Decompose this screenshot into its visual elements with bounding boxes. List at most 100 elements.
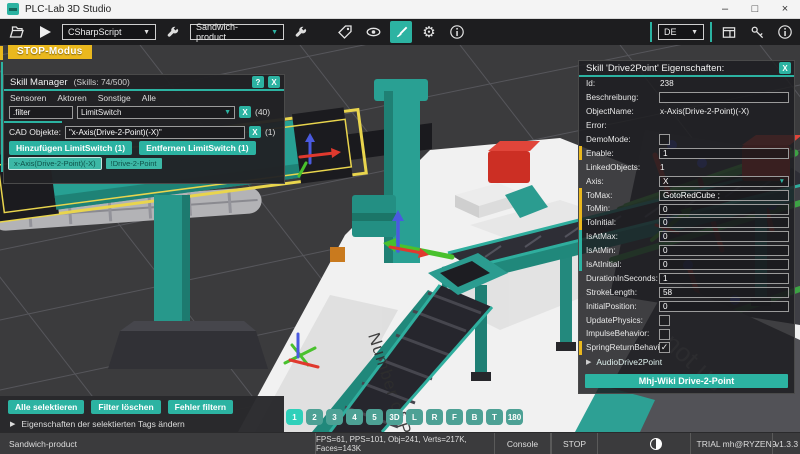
yellow-marker <box>579 202 582 216</box>
isatmin-input[interactable] <box>659 245 789 256</box>
tab-alle[interactable]: Alle <box>142 93 156 103</box>
play-button[interactable] <box>34 21 56 43</box>
isatmax-input[interactable] <box>659 231 789 242</box>
skill-type-dropdown[interactable]: LimitSwitch ▼ <box>77 106 235 119</box>
axis-dropdown[interactable]: X ▼ <box>659 176 789 187</box>
theme-toggle-icon[interactable] <box>650 438 662 450</box>
properties-header: Skill 'Drive2Point' Eigenschaften: X <box>579 61 794 77</box>
cad-clear-button[interactable]: X <box>249 126 261 138</box>
stop-mode-badge: STOP-Modus <box>8 45 92 59</box>
camera-view-top[interactable]: T <box>486 409 503 425</box>
gear-icon[interactable]: ⚙ <box>418 21 440 43</box>
remove-limitswitch-button[interactable]: Entfernen LimitSwitch (1) <box>139 141 255 155</box>
yellow-marker <box>579 188 582 202</box>
enable-input[interactable] <box>659 148 789 159</box>
camera-view-right[interactable]: R <box>426 409 443 425</box>
close-button[interactable]: × <box>770 0 800 18</box>
skills-count: (Skills: 74/500) <box>74 77 130 87</box>
tab-sensoren[interactable]: Sensoren <box>10 93 46 103</box>
product-dropdown[interactable]: Sandwich-product ▼ <box>190 24 284 40</box>
filter-errors-button[interactable]: Fehler filtern <box>168 400 233 414</box>
camera-view-5[interactable]: 5 <box>366 409 383 425</box>
tomax-input[interactable] <box>659 190 789 201</box>
status-bar: Sandwich-product FPS=61, PPS=101, Obj=24… <box>0 432 800 454</box>
toinitial-input[interactable] <box>659 217 789 228</box>
tomin-input[interactable] <box>659 204 789 215</box>
license-info: TRIAL mh@RYZEN9 <box>690 433 782 454</box>
skill-chip[interactable]: !Drive-2-Point <box>106 158 162 169</box>
yellow-edge-accent <box>0 46 3 60</box>
demomode-checkbox[interactable] <box>659 134 670 145</box>
render-stats: FPS=61, PPS=101, Obj=241, Verts=217K, Fa… <box>315 433 495 454</box>
duration-input[interactable] <box>659 273 789 284</box>
eye-icon[interactable] <box>362 21 384 43</box>
script-dropdown[interactable]: CSharpScript ▼ <box>62 24 156 40</box>
maximize-button[interactable]: □ <box>740 0 770 18</box>
help-button[interactable]: ? <box>252 76 264 88</box>
chevron-down-icon: ▼ <box>271 29 278 36</box>
camera-view-180[interactable]: 180 <box>506 409 523 425</box>
info-icon[interactable] <box>446 21 468 43</box>
cad-objects-input[interactable] <box>65 126 245 139</box>
field-row-updatephysics: UpdatePhysics: <box>579 313 794 327</box>
open-folder-button[interactable] <box>6 21 28 43</box>
language-dropdown[interactable]: DE ▼ <box>658 24 704 40</box>
camera-view-4[interactable]: 4 <box>346 409 363 425</box>
key-icon[interactable] <box>746 21 768 43</box>
main-toolbar: CSharpScript ▼ Sandwich-product ▼ ⚙ <box>0 19 800 45</box>
updatephysics-checkbox[interactable] <box>659 315 670 326</box>
close-panel-button[interactable]: X <box>779 62 791 74</box>
camera-view-back[interactable]: B <box>466 409 483 425</box>
paint-brush-button[interactable] <box>390 21 412 43</box>
add-limitswitch-button[interactable]: Hinzufügen LimitSwitch (1) <box>9 141 132 155</box>
camera-view-3[interactable]: 3 <box>326 409 343 425</box>
cad-count: (1) <box>265 127 275 137</box>
yellow-marker <box>579 341 582 355</box>
strokelength-input[interactable] <box>659 287 789 298</box>
close-panel-button[interactable]: X <box>268 76 280 88</box>
teal-underline <box>4 121 62 123</box>
script-settings-wrench-icon[interactable] <box>162 21 184 43</box>
select-all-button[interactable]: Alle selektieren <box>8 400 84 414</box>
skill-manager-header: Skill Manager (Skills: 74/500) ? X <box>4 75 284 91</box>
camera-view-1[interactable]: 1 <box>286 409 303 425</box>
mhj-wiki-button[interactable]: Mhj-Wiki Drive-2-Point <box>585 374 788 388</box>
teal-marker <box>579 258 582 272</box>
filter-input[interactable] <box>9 106 73 119</box>
field-row-isatmax: IsAtMax: <box>579 230 794 244</box>
camera-view-left[interactable]: L <box>406 409 423 425</box>
tag-icon[interactable] <box>334 21 356 43</box>
camera-view-2[interactable]: 2 <box>306 409 323 425</box>
field-row-tomax: ToMax: <box>579 188 794 202</box>
tab-aktoren[interactable]: Aktoren <box>57 93 86 103</box>
expander-arrow-icon: ▶ <box>586 358 591 366</box>
minimize-button[interactable]: – <box>710 0 740 18</box>
camera-view-3d[interactable]: 3D <box>386 409 403 425</box>
clear-filter-button[interactable]: X <box>239 106 251 118</box>
teal-edge-accent <box>1 62 3 172</box>
version-label: v1.3.3 <box>772 433 800 454</box>
audio-drive2point-expander[interactable]: ▶ AudioDrive2Point <box>579 355 794 369</box>
console-button[interactable]: Console <box>494 433 551 454</box>
camera-view-front[interactable]: F <box>446 409 463 425</box>
beschreibung-input[interactable] <box>659 92 789 103</box>
impulsebehavior-checkbox[interactable] <box>659 329 670 340</box>
field-row-isatinitial: IsAtInitial: <box>579 258 794 272</box>
panel-title: Skill 'Drive2Point' Eigenschaften: <box>586 63 779 74</box>
product-name: Sandwich-product <box>9 433 77 454</box>
clear-filter-button[interactable]: Filter löschen <box>91 400 160 414</box>
springreturnbehavior-checkbox[interactable]: ✓ <box>659 342 670 353</box>
tags-properties-expander[interactable]: ▶ Eigenschaften der selektierten Tags än… <box>0 414 284 429</box>
isatinitial-input[interactable] <box>659 259 789 270</box>
product-settings-wrench-icon[interactable] <box>290 21 312 43</box>
field-row-isatmin: IsAtMin: <box>579 244 794 258</box>
skill-chip[interactable]: x-Axis(Drive-2-Point)(-X) <box>9 158 101 169</box>
initialposition-input[interactable] <box>659 301 789 312</box>
info-icon[interactable] <box>774 21 796 43</box>
panel-layout-icon[interactable] <box>718 21 740 43</box>
teal-marker <box>579 230 582 244</box>
skill-manager-panel: Skill Manager (Skills: 74/500) ? X Senso… <box>3 74 285 184</box>
tab-sonstige[interactable]: Sonstige <box>98 93 131 103</box>
expander-arrow-icon: ▶ <box>10 420 15 428</box>
title-bar: PLC-Lab 3D Studio – □ × <box>0 0 800 19</box>
